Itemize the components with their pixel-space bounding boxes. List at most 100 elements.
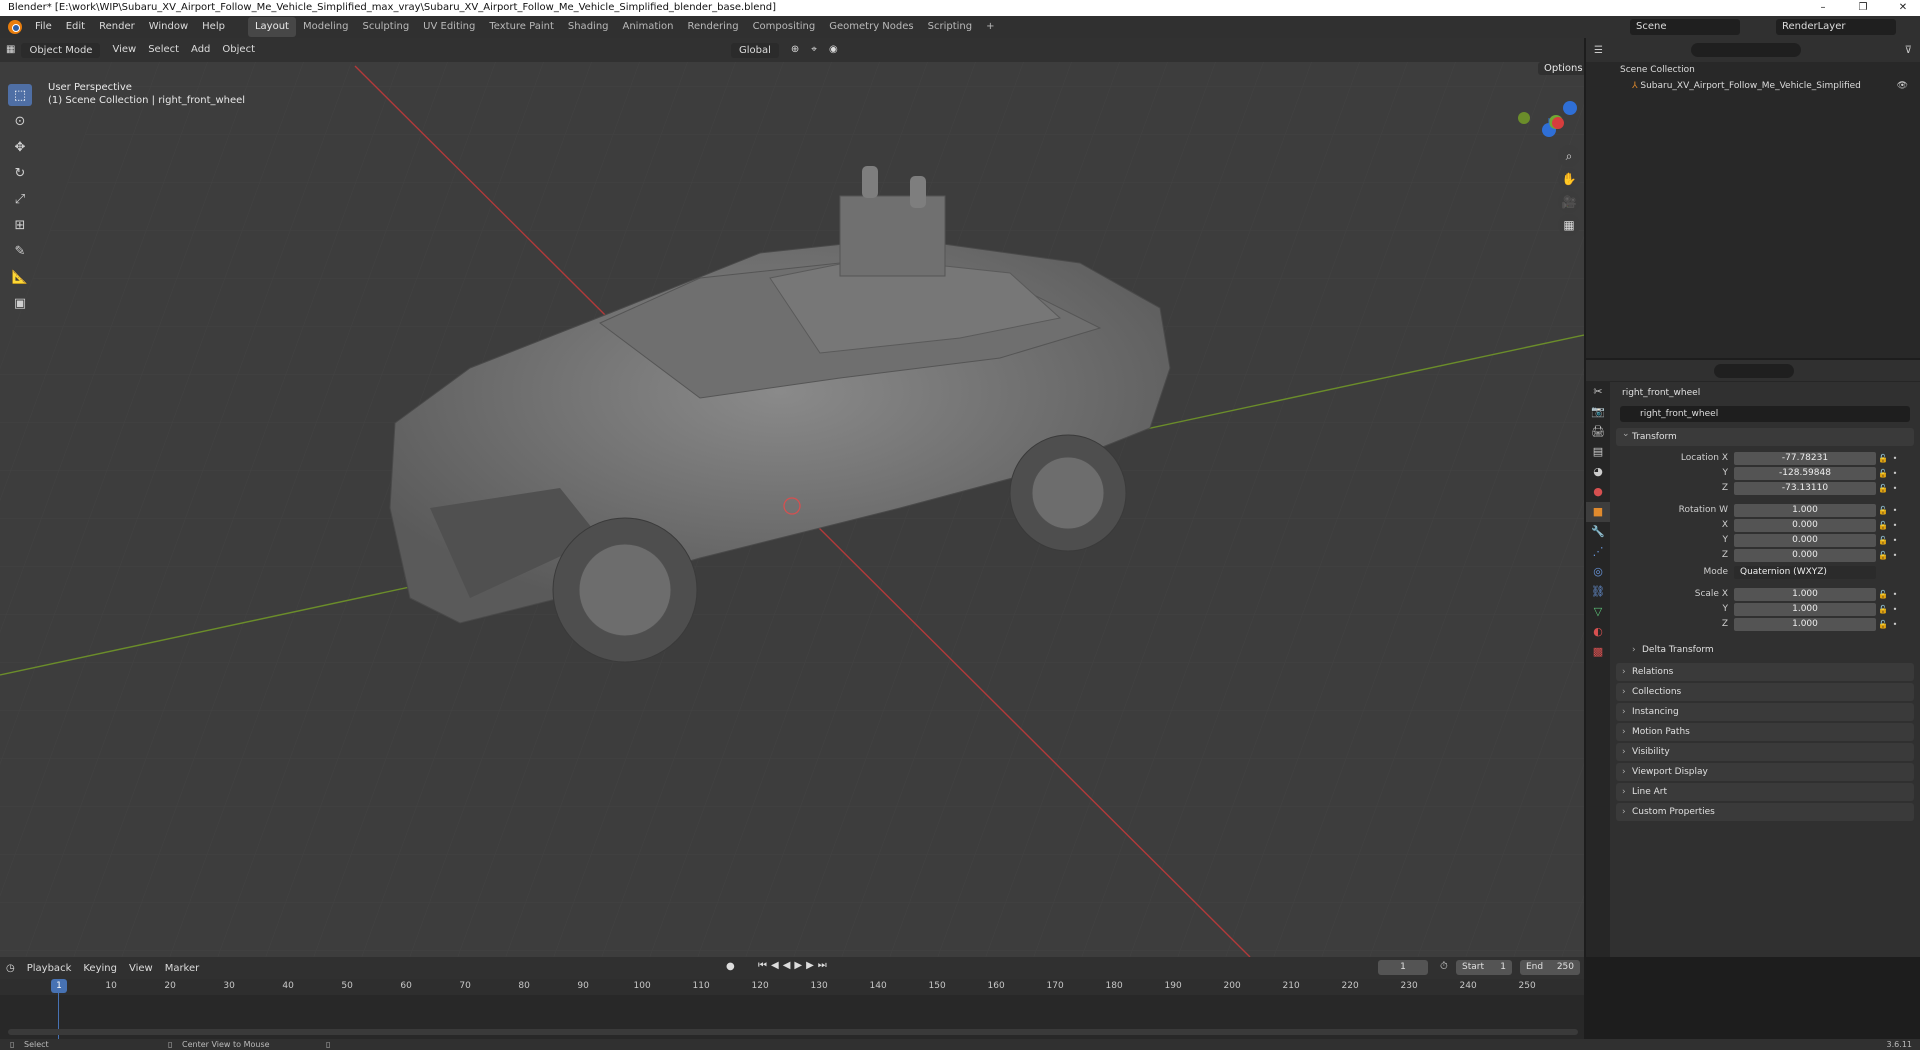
rotation-y-field[interactable]: 0.000: [1734, 533, 1876, 547]
current-frame-field[interactable]: 1: [1378, 960, 1428, 975]
keyframe-dot-icon[interactable]: •: [1890, 506, 1900, 515]
panel-relations[interactable]: Relations: [1616, 663, 1914, 681]
menu-render[interactable]: Render: [92, 16, 142, 38]
rotate-tool-icon[interactable]: ↻: [8, 162, 32, 184]
scale-tool-icon[interactable]: ⤢: [8, 188, 32, 210]
options-button[interactable]: Options: [1538, 62, 1584, 75]
keyframe-dot-icon[interactable]: •: [1890, 605, 1900, 614]
3d-viewport[interactable]: ▦ Object Mode View Select Add Object Glo…: [0, 38, 1584, 957]
start-frame-field[interactable]: Start 1: [1456, 960, 1512, 975]
transform-tool-icon[interactable]: ⊞: [8, 214, 32, 236]
tab-modeling[interactable]: Modeling: [296, 17, 356, 37]
transform-panel-header[interactable]: Transform: [1616, 425, 1914, 446]
lock-icon[interactable]: 🔓: [1876, 551, 1890, 560]
timeline-scrollbar[interactable]: [8, 1029, 1578, 1035]
menu-select[interactable]: Select: [142, 38, 185, 62]
select-box-tool-icon[interactable]: ⬚: [8, 84, 32, 106]
delta-transform-subpanel[interactable]: Delta Transform: [1616, 641, 1914, 659]
menu-playback[interactable]: Playback: [21, 963, 78, 974]
outliner-editor-icon[interactable]: ☰: [1586, 45, 1611, 56]
tool-tab-icon[interactable]: ✂: [1586, 382, 1610, 402]
menu-window[interactable]: Window: [142, 16, 195, 38]
modifier-tab-icon[interactable]: 🔧: [1586, 522, 1610, 542]
filter-icon[interactable]: ⊽: [1905, 45, 1920, 56]
menu-object[interactable]: Object: [216, 38, 261, 62]
zoom-icon[interactable]: ⌕: [1558, 145, 1580, 167]
menu-keying[interactable]: Keying: [77, 963, 123, 974]
lock-icon[interactable]: 🔓: [1876, 521, 1890, 530]
render-tab-icon[interactable]: 📷: [1586, 402, 1610, 422]
pan-hand-icon[interactable]: ✋: [1558, 168, 1580, 190]
tab-shading[interactable]: Shading: [561, 17, 616, 37]
view-layer-tab-icon[interactable]: ▤: [1586, 442, 1610, 462]
panel-line-art[interactable]: Line Art: [1616, 783, 1914, 801]
camera-view-icon[interactable]: 🎥: [1558, 191, 1580, 213]
playhead-frame-marker[interactable]: 1: [51, 979, 67, 993]
keyframe-dot-icon[interactable]: •: [1890, 551, 1900, 560]
record-icon[interactable]: ●: [726, 961, 735, 972]
scene-tab-icon[interactable]: ◕: [1586, 462, 1610, 482]
menu-edit[interactable]: Edit: [59, 16, 92, 38]
blender-logo-icon[interactable]: [8, 20, 22, 34]
output-tab-icon[interactable]: 🖨: [1586, 422, 1610, 442]
particles-tab-icon[interactable]: ⋰: [1586, 542, 1610, 562]
keyframe-dot-icon[interactable]: •: [1890, 536, 1900, 545]
visibility-eye-icon[interactable]: 👁: [1897, 78, 1908, 94]
minimize-button[interactable]: –: [1808, 0, 1838, 16]
lock-icon[interactable]: 🔓: [1876, 620, 1890, 629]
tab-texture-paint[interactable]: Texture Paint: [482, 17, 561, 37]
lock-icon[interactable]: 🔓: [1876, 469, 1890, 478]
rotation-w-field[interactable]: 1.000: [1734, 503, 1876, 517]
panel-viewport-display[interactable]: Viewport Display: [1616, 763, 1914, 781]
rotation-z-field[interactable]: 0.000: [1734, 548, 1876, 562]
snap-icon[interactable]: ⌖: [805, 38, 823, 62]
cursor-tool-icon[interactable]: ⊙: [8, 110, 32, 132]
playback-controls[interactable]: ⏮◀◀▶▶⏭: [758, 960, 831, 971]
menu-view[interactable]: View: [106, 38, 142, 62]
location-z-field[interactable]: -73.13110: [1734, 481, 1876, 495]
scene-collection-row[interactable]: Scene Collection: [1586, 62, 1920, 78]
rotation-mode-dropdown[interactable]: Quaternion (WXYZ): [1734, 565, 1876, 579]
orientation-dropdown[interactable]: Global: [731, 42, 779, 58]
data-tab-icon[interactable]: ▽: [1586, 602, 1610, 622]
ortho-toggle-icon[interactable]: ▦: [1558, 214, 1580, 236]
scale-z-field[interactable]: 1.000: [1734, 617, 1876, 631]
timeline-editor-icon[interactable]: ◷: [0, 963, 21, 974]
tab-compositing[interactable]: Compositing: [746, 17, 823, 37]
panel-collections[interactable]: Collections: [1616, 683, 1914, 701]
panel-motion-paths[interactable]: Motion Paths: [1616, 723, 1914, 741]
tab-animation[interactable]: Animation: [616, 17, 681, 37]
tab-sculpting[interactable]: Sculpting: [355, 17, 416, 37]
add-workspace-button[interactable]: +: [979, 17, 1001, 37]
outliner-search-input[interactable]: [1690, 43, 1801, 57]
world-tab-icon[interactable]: ●: [1586, 482, 1610, 502]
material-tab-icon[interactable]: ◐: [1586, 622, 1610, 642]
scale-x-field[interactable]: 1.000: [1734, 587, 1876, 601]
keyframe-dot-icon[interactable]: •: [1890, 590, 1900, 599]
tab-scripting[interactable]: Scripting: [921, 17, 979, 37]
close-button[interactable]: ✕: [1888, 0, 1918, 16]
render-layer-selector[interactable]: RenderLayer: [1776, 19, 1896, 35]
keyframe-dot-icon[interactable]: •: [1890, 620, 1900, 629]
scale-y-field[interactable]: 1.000: [1734, 602, 1876, 616]
tab-uv-editing[interactable]: UV Editing: [416, 17, 482, 37]
rotation-x-field[interactable]: 0.000: [1734, 518, 1876, 532]
frame-ruler[interactable]: 10 20 30 40 50 60 70 80 90 100 110 120 130 140 150 160 1…: [0, 979, 1584, 995]
end-frame-field[interactable]: End 250: [1520, 960, 1580, 975]
menu-marker[interactable]: Marker: [159, 963, 206, 974]
tab-layout[interactable]: Layout: [247, 17, 296, 37]
panel-instancing[interactable]: Instancing: [1616, 703, 1914, 721]
outliner-item[interactable]: ⅄ Subaru_XV_Airport_Follow_Me_Vehicle_Si…: [1586, 78, 1920, 94]
proportional-edit-icon[interactable]: ◉: [823, 38, 844, 62]
annotate-tool-icon[interactable]: ✎: [8, 240, 32, 262]
maximize-button[interactable]: ❐: [1848, 0, 1878, 16]
pivot-icon[interactable]: ⊕: [785, 38, 805, 62]
texture-tab-icon[interactable]: ▩: [1586, 642, 1610, 662]
location-x-field[interactable]: -77.78231: [1734, 451, 1876, 465]
panel-visibility[interactable]: Visibility: [1616, 743, 1914, 761]
location-y-field[interactable]: -128.59848: [1734, 466, 1876, 480]
lock-icon[interactable]: 🔓: [1876, 536, 1890, 545]
measure-tool-icon[interactable]: 📐: [8, 266, 32, 288]
lock-icon[interactable]: 🔓: [1876, 454, 1890, 463]
object-tab-icon[interactable]: ■: [1586, 502, 1610, 522]
